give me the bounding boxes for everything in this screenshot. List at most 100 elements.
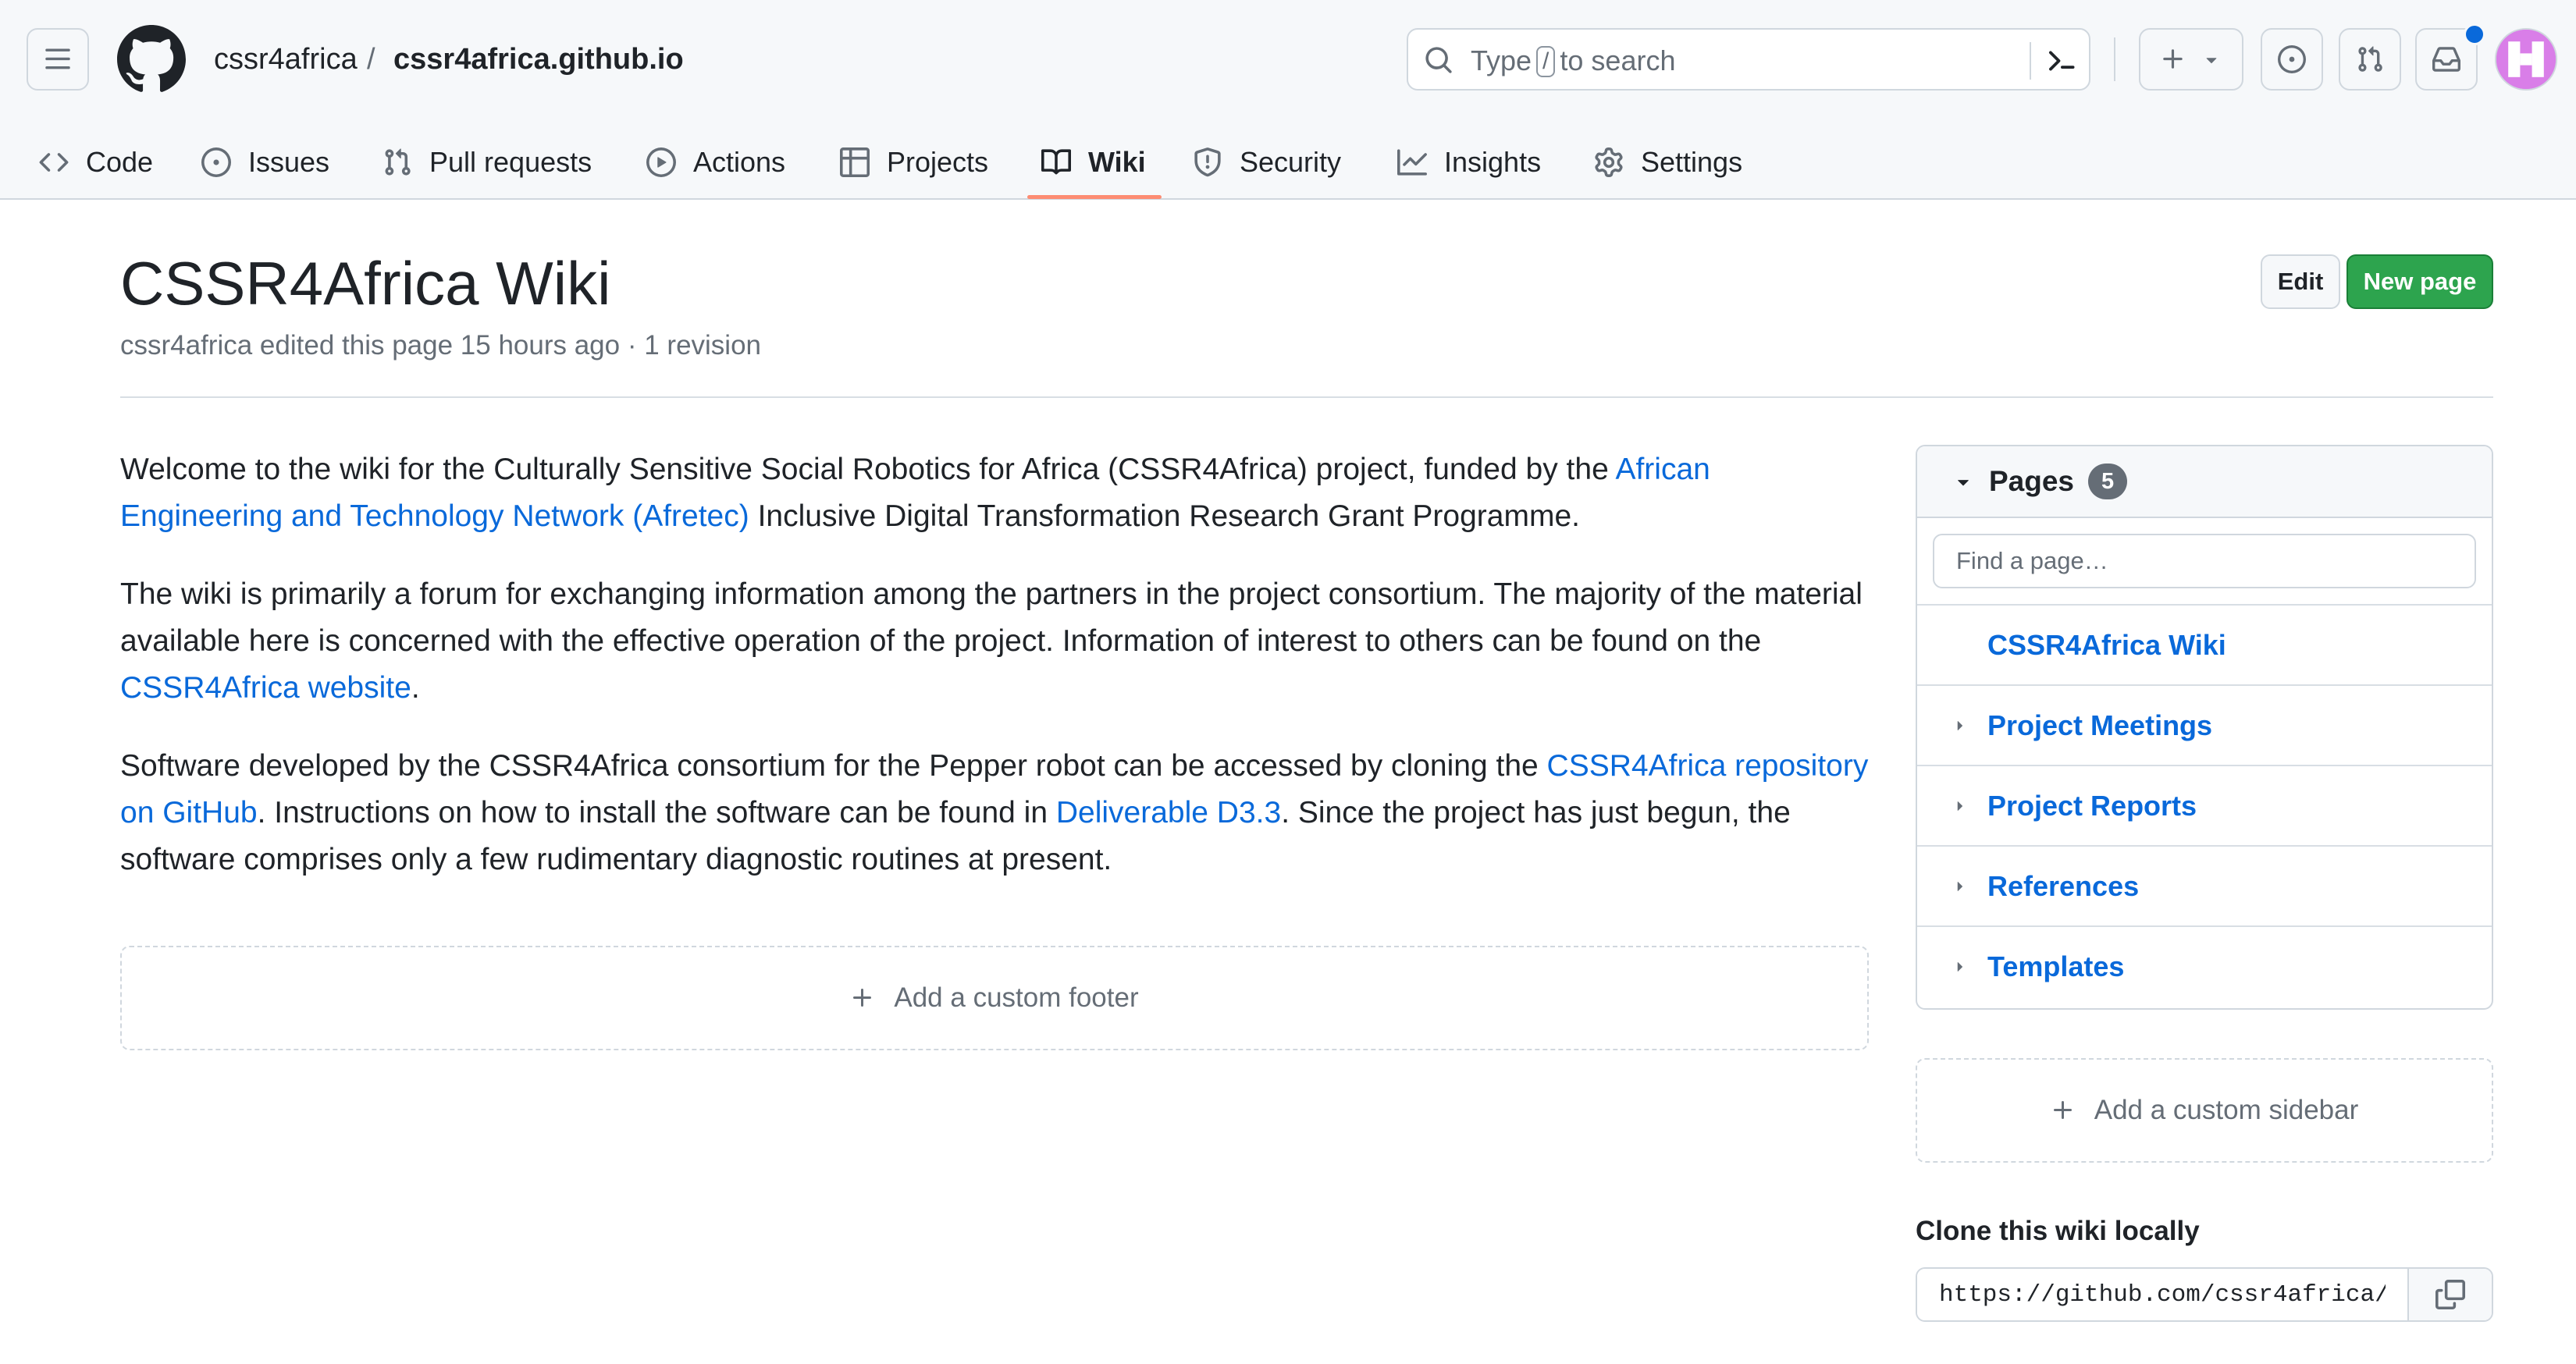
play-icon bbox=[646, 147, 676, 177]
clone-url-group bbox=[1916, 1267, 2493, 1322]
tab-settings[interactable]: Settings bbox=[1594, 125, 1742, 200]
breadcrumb-repo[interactable]: cssr4africa.github.io bbox=[393, 39, 684, 80]
repo-header: cssr4africa / cssr4africa.github.io Type… bbox=[0, 0, 2576, 200]
create-new-button[interactable] bbox=[2139, 28, 2243, 91]
text-span: . bbox=[411, 671, 420, 705]
tab-wiki[interactable]: Wiki bbox=[1041, 125, 1146, 200]
graph-icon bbox=[1397, 149, 1427, 176]
wiki-body: Welcome to the wiki for the Culturally S… bbox=[120, 446, 1869, 915]
breadcrumb-owner[interactable]: cssr4africa bbox=[214, 39, 358, 80]
table-icon bbox=[840, 147, 870, 177]
triangle-down-icon bbox=[1958, 480, 1969, 486]
triangle-right-icon[interactable] bbox=[1950, 716, 1970, 736]
tab-settings-label: Settings bbox=[1641, 146, 1743, 178]
search-suffix: to search bbox=[1560, 44, 1676, 76]
tab-issues[interactable]: Issues bbox=[201, 125, 329, 200]
copy-url-button[interactable] bbox=[2407, 1269, 2492, 1320]
add-custom-sidebar-button[interactable]: Add a custom sidebar bbox=[1916, 1058, 2493, 1163]
text-span: . Instructions on how to install the sof… bbox=[257, 796, 1056, 829]
search-divider bbox=[2030, 42, 2031, 80]
notification-indicator bbox=[2464, 23, 2485, 45]
triangle-right-icon[interactable] bbox=[1950, 796, 1970, 816]
new-page-button[interactable]: New page bbox=[2347, 254, 2493, 309]
avatar-identicon bbox=[2496, 30, 2556, 89]
page-link[interactable]: Project Reports bbox=[1987, 787, 2197, 826]
page-list-item[interactable]: Project Meetings bbox=[1917, 686, 2492, 766]
tab-insights[interactable]: Insights bbox=[1397, 125, 1541, 200]
text-span: Welcome to the wiki for the Culturally S… bbox=[120, 453, 1616, 486]
find-page-container bbox=[1917, 518, 2492, 606]
link-website[interactable]: CSSR4Africa website bbox=[120, 671, 411, 705]
avatar[interactable] bbox=[2495, 28, 2557, 91]
title-divider bbox=[120, 396, 2493, 398]
page-list-item[interactable]: References bbox=[1917, 847, 2492, 927]
menu-button[interactable] bbox=[27, 28, 89, 91]
hamburger-icon bbox=[45, 48, 70, 69]
tab-pull-requests[interactable]: Pull requests bbox=[382, 125, 592, 200]
tab-wiki-label: Wiki bbox=[1088, 146, 1146, 178]
find-page-input[interactable] bbox=[1933, 534, 2476, 588]
page-title: CSSR4Africa Wiki bbox=[120, 249, 611, 318]
active-tab-indicator bbox=[1027, 195, 1162, 199]
breadcrumb-separator: / bbox=[367, 43, 375, 76]
code-icon bbox=[39, 153, 69, 172]
tab-issues-label: Issues bbox=[248, 146, 330, 178]
pages-toggle[interactable]: Pages 5 bbox=[1917, 446, 2492, 518]
text-span: Inclusive Digital Transformation Researc… bbox=[749, 499, 1580, 533]
text-span: Software developed by the CSSR4Africa co… bbox=[120, 749, 1547, 783]
paragraph-purpose: The wiki is primarily a forum for exchan… bbox=[120, 571, 1869, 712]
tab-projects[interactable]: Projects bbox=[840, 125, 988, 200]
link-deliverable[interactable]: Deliverable D3.3 bbox=[1056, 796, 1281, 829]
plus-icon bbox=[2163, 49, 2183, 69]
tab-code[interactable]: Code bbox=[39, 125, 153, 200]
copy-icon bbox=[2435, 1280, 2465, 1309]
header-divider bbox=[2114, 37, 2115, 81]
add-custom-footer-button[interactable]: Add a custom footer bbox=[120, 946, 1869, 1050]
your-issues-button[interactable] bbox=[2261, 28, 2323, 91]
pages-label: Pages bbox=[1989, 465, 2075, 497]
tab-code-label: Code bbox=[86, 146, 154, 178]
pull-request-icon bbox=[385, 148, 411, 176]
pages-count-badge: 5 bbox=[2088, 464, 2128, 499]
edit-button[interactable]: Edit bbox=[2261, 254, 2340, 309]
clone-url-input[interactable] bbox=[1917, 1269, 2407, 1320]
text-span: The wiki is primarily a forum for exchan… bbox=[120, 577, 1863, 658]
paragraph-software: Software developed by the CSSR4Africa co… bbox=[120, 743, 1869, 883]
paragraph-intro: Welcome to the wiki for the Culturally S… bbox=[120, 446, 1869, 540]
page-list-item[interactable]: CSSR4Africa Wiki bbox=[1917, 606, 2492, 686]
triangle-right-icon[interactable] bbox=[1950, 876, 1970, 897]
command-palette-icon[interactable] bbox=[2045, 45, 2076, 76]
shield-icon bbox=[1194, 147, 1221, 177]
tab-security-label: Security bbox=[1240, 146, 1342, 178]
book-icon bbox=[1041, 149, 1071, 175]
search-placeholder: Type / to search bbox=[1471, 42, 1675, 80]
search-icon bbox=[1425, 47, 1452, 73]
tab-projects-label: Projects bbox=[887, 146, 989, 178]
page-link[interactable]: References bbox=[1987, 867, 2139, 906]
clone-wiki-heading: Clone this wiki locally bbox=[1916, 1216, 2200, 1246]
add-custom-footer-label: Add a custom footer bbox=[894, 982, 1139, 1013]
github-logo-icon[interactable] bbox=[117, 25, 186, 94]
page-list-item[interactable]: Templates bbox=[1917, 927, 2492, 1007]
pull-request-icon bbox=[2358, 46, 2382, 72]
tab-actions-label: Actions bbox=[693, 146, 786, 178]
tab-pull-requests-label: Pull requests bbox=[429, 146, 592, 178]
pages-panel: Pages 5 CSSR4Africa Wiki Project Meeting… bbox=[1916, 445, 2493, 1010]
page-list-item[interactable]: Project Reports bbox=[1917, 766, 2492, 847]
triangle-down-icon bbox=[2206, 58, 2217, 64]
tab-security[interactable]: Security bbox=[1193, 125, 1341, 200]
triangle-right-icon[interactable] bbox=[1950, 957, 1970, 977]
tab-actions[interactable]: Actions bbox=[646, 125, 785, 200]
search-prefix: Type bbox=[1471, 44, 1532, 76]
issue-icon bbox=[2278, 45, 2306, 73]
issue-icon bbox=[201, 147, 231, 177]
page-link[interactable]: Templates bbox=[1987, 947, 2124, 986]
plus-icon bbox=[853, 989, 872, 1007]
add-custom-sidebar-label: Add a custom sidebar bbox=[2094, 1095, 2359, 1125]
page-link[interactable]: CSSR4Africa Wiki bbox=[1987, 626, 2226, 665]
plus-icon bbox=[2053, 1101, 2072, 1119]
inbox-icon bbox=[2432, 47, 2460, 72]
page-link[interactable]: Project Meetings bbox=[1987, 706, 2212, 745]
your-pull-requests-button[interactable] bbox=[2339, 28, 2401, 91]
search-input[interactable]: Type / to search bbox=[1407, 28, 2090, 91]
